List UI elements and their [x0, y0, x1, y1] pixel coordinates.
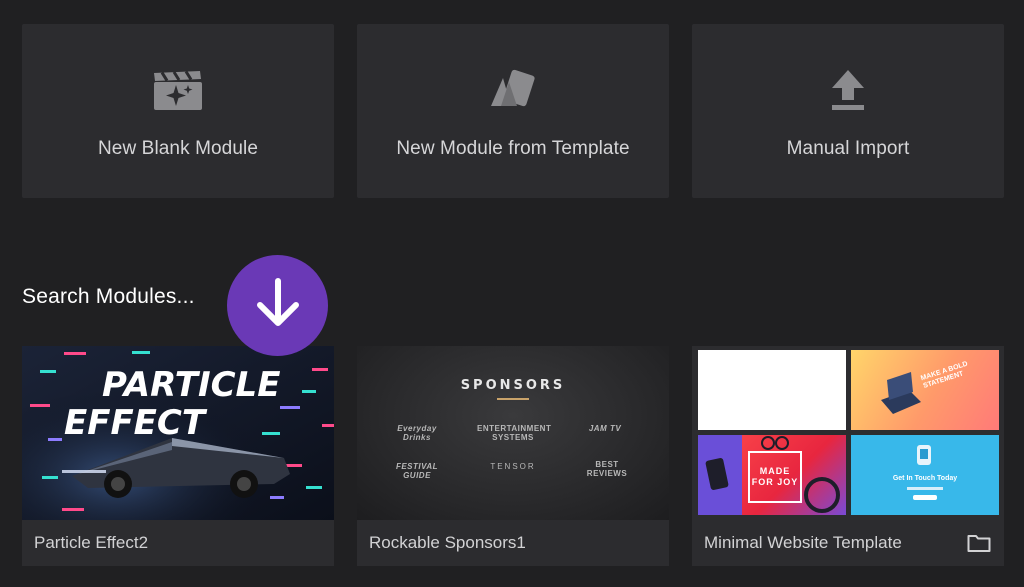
thumb-tile-joy: MADE FOR JOY [698, 435, 846, 515]
module-card-particle-effect[interactable]: PARTICLE EFFECT Particle Effect2 [22, 346, 334, 566]
module-thumbnail: MAKE A BOLD STATEMENT MADE FOR JOY Get I… [692, 346, 1004, 520]
sponsor-logo: TENSOR [490, 462, 536, 471]
clapperboard-sparkle-icon [152, 66, 204, 114]
thumb-title-line2: EFFECT [64, 403, 208, 443]
module-card-minimal-website-template[interactable]: MAKE A BOLD STATEMENT MADE FOR JOY Get I… [692, 346, 1004, 566]
sponsor-logo: BEST REVIEWS [586, 460, 628, 478]
thumb-tile-touch: Get In Touch Today [851, 435, 999, 515]
search-modules-title: Search Modules... [22, 285, 195, 308]
new-blank-module-button[interactable]: New Blank Module [22, 24, 334, 198]
manual-import-button[interactable]: Manual Import [692, 24, 1004, 198]
module-card-rockable-sponsors[interactable]: SPONSORS Everyday Drinks ENTERTAINMENT S… [357, 346, 669, 566]
sponsor-logo: FESTIVAL GUIDE [395, 462, 439, 480]
module-name: Rockable Sponsors1 [369, 533, 526, 552]
thumb-tile-touch-text: Get In Touch Today [892, 475, 958, 482]
new-blank-module-label: New Blank Module [97, 138, 258, 159]
new-module-from-template-button[interactable]: New Module from Template [357, 24, 669, 198]
thumb-tile-joy-text: MADE FOR JOY [748, 451, 802, 503]
folder-icon[interactable] [966, 532, 992, 554]
thumb-underline [497, 398, 529, 400]
new-module-from-template-label: New Module from Template [396, 138, 630, 159]
thumb-title: SPONSORS [460, 378, 566, 393]
thumb-tile-bold: MAKE A BOLD STATEMENT [851, 350, 999, 430]
sponsor-logo: Everyday Drinks [397, 424, 437, 442]
thumb-title-line1: PARTICLE [102, 365, 280, 405]
upload-icon [828, 66, 868, 114]
module-thumbnail: SPONSORS Everyday Drinks ENTERTAINMENT S… [357, 346, 669, 520]
module-thumbnail: PARTICLE EFFECT [22, 346, 334, 520]
thumb-tile-blank [698, 350, 846, 430]
template-cards-icon [487, 66, 539, 114]
manual-import-label: Manual Import [786, 138, 910, 159]
sponsor-logo: JAM TV [588, 424, 622, 433]
sponsor-logo: ENTERTAINMENT SYSTEMS [477, 424, 552, 442]
module-name: Minimal Website Template [704, 533, 902, 552]
arrow-down-icon [248, 273, 308, 338]
scroll-down-button[interactable] [227, 255, 328, 356]
module-name: Particle Effect2 [34, 533, 149, 552]
